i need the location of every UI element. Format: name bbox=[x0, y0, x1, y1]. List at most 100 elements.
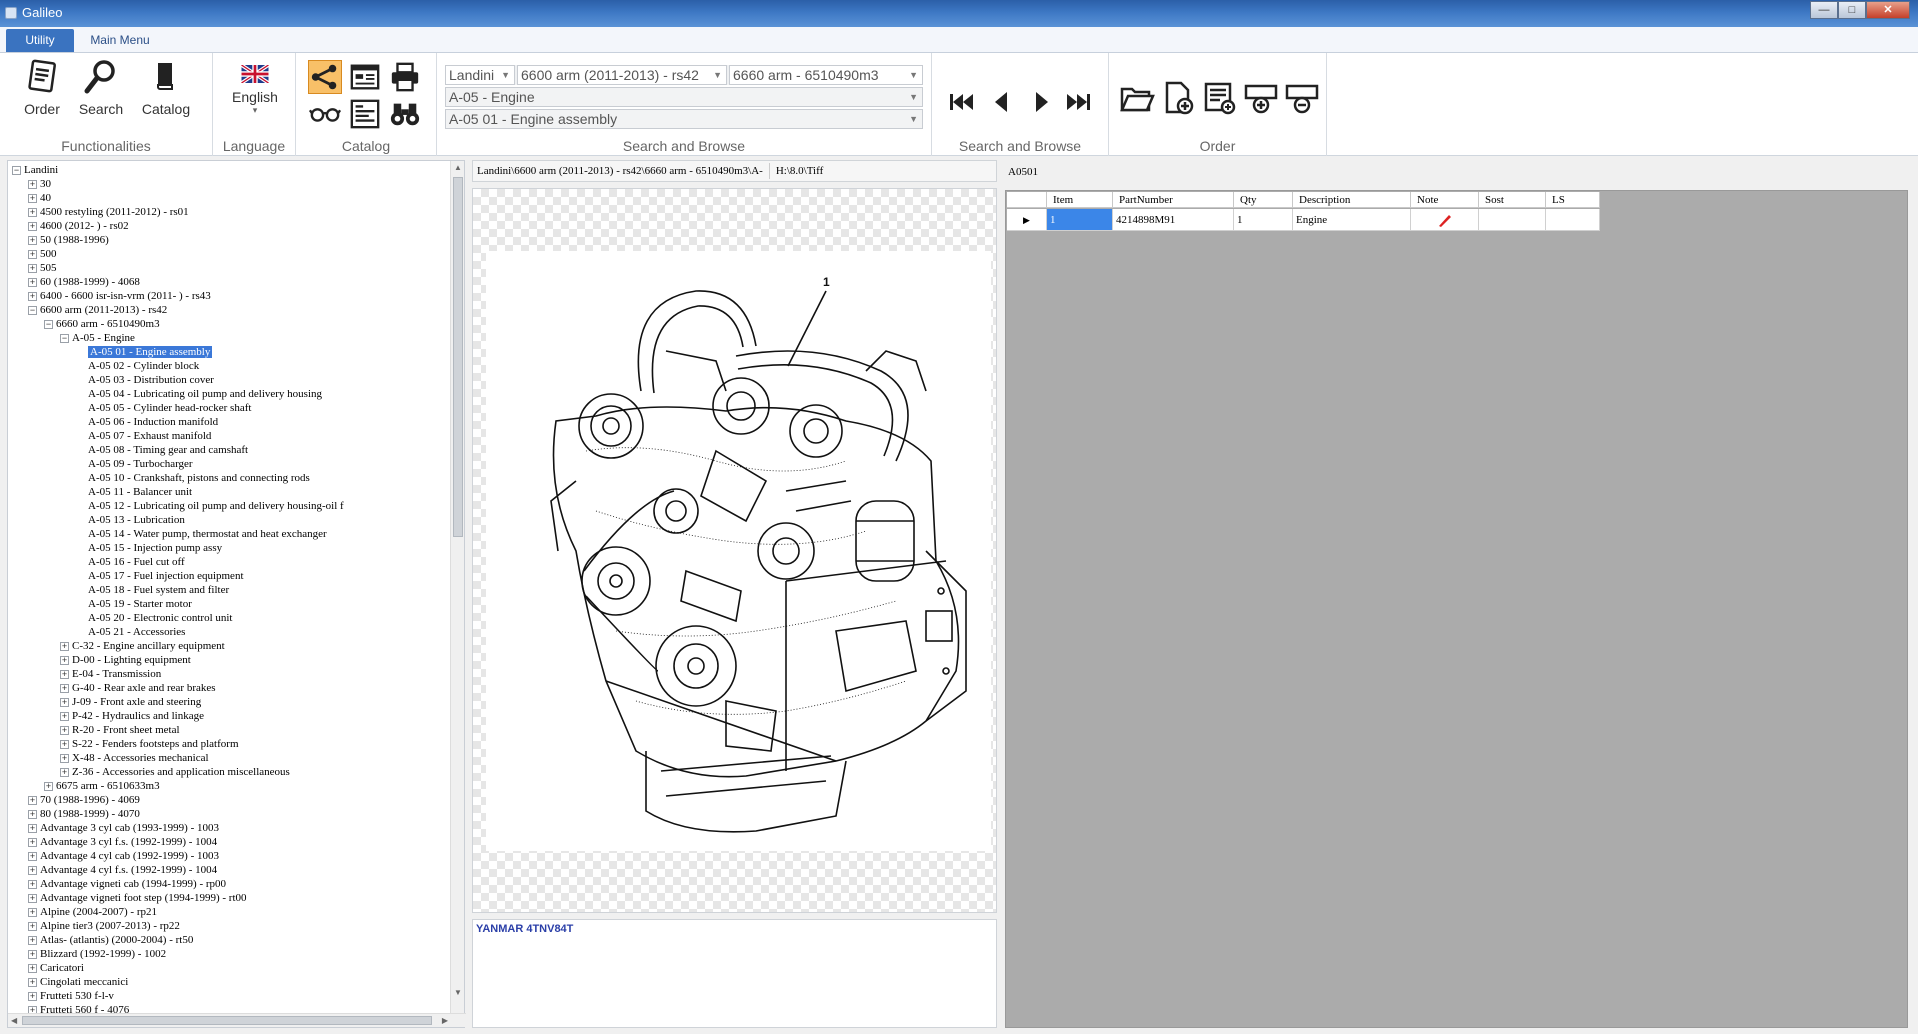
tree-node[interactable]: +4500 restyling (2011-2012) - rs01 bbox=[28, 205, 189, 219]
tree-node[interactable]: A-05 10 - Crankshaft, pistons and connec… bbox=[76, 471, 310, 485]
tree-node[interactable]: + Advantage 3 cyl cab (1993-1999) - 1003 bbox=[28, 821, 219, 835]
expand-icon[interactable]: + bbox=[60, 641, 69, 651]
catalog-button[interactable]: Catalog bbox=[136, 57, 196, 117]
cell-part-number[interactable]: 4214898M91 bbox=[1113, 209, 1234, 231]
row-selector[interactable]: ▶ bbox=[1007, 209, 1047, 231]
expand-icon[interactable]: + bbox=[28, 977, 37, 987]
cell-note[interactable] bbox=[1411, 209, 1479, 231]
expand-icon[interactable]: + bbox=[28, 221, 37, 231]
tree-node[interactable]: +40 bbox=[28, 191, 51, 205]
tree-node[interactable]: + G-40 - Rear axle and rear brakes bbox=[60, 681, 216, 695]
expand-icon[interactable]: + bbox=[28, 1005, 37, 1013]
brand-combo[interactable]: Landini ▼ bbox=[445, 65, 515, 85]
expand-icon[interactable]: + bbox=[28, 991, 37, 1001]
tree-node[interactable]: + Cingolati meccanici bbox=[28, 975, 128, 989]
expand-icon[interactable]: + bbox=[28, 851, 37, 861]
expand-icon[interactable]: + bbox=[60, 655, 69, 665]
tree-node[interactable]: A-05 20 - Electronic control unit bbox=[76, 611, 233, 625]
add-item-icon[interactable] bbox=[1243, 80, 1279, 116]
close-button[interactable]: ✕ bbox=[1866, 1, 1910, 19]
tree-node[interactable]: + P-42 - Hydraulics and linkage bbox=[60, 709, 204, 723]
expand-icon[interactable]: + bbox=[28, 837, 37, 847]
tree-horizontal-scrollbar[interactable]: ◀ ▶ bbox=[8, 1013, 466, 1027]
tree-node[interactable]: A-05 04 - Lubricating oil pump and deliv… bbox=[76, 387, 322, 401]
tree-vertical-scrollbar[interactable]: ▲ ▼ bbox=[450, 161, 464, 1013]
expand-icon[interactable]: + bbox=[28, 809, 37, 819]
tree-node[interactable]: −6600 arm (2011-2013) - rs42 bbox=[28, 303, 167, 317]
tree-node[interactable]: +4600 (2012- ) - rs02 bbox=[28, 219, 129, 233]
expand-icon[interactable]: + bbox=[60, 669, 69, 679]
tree-node[interactable]: + J-09 - Front axle and steering bbox=[60, 695, 201, 709]
tree-node[interactable]: + Advantage 4 cyl f.s. (1992-1999) - 1004 bbox=[28, 863, 217, 877]
add-list-icon[interactable] bbox=[1202, 80, 1238, 116]
expand-icon[interactable]: + bbox=[28, 235, 37, 245]
open-folder-icon[interactable] bbox=[1119, 80, 1155, 116]
drawing-callout-1[interactable]: 1 bbox=[823, 275, 830, 289]
tree-node[interactable]: − Landini bbox=[12, 163, 58, 177]
tree-node[interactable]: + Alpine tier3 (2007-2013) - rp22 bbox=[28, 919, 180, 933]
tree-node[interactable]: A-05 15 - Injection pump assy bbox=[76, 541, 222, 555]
tree-node[interactable]: A-05 21 - Accessories bbox=[76, 625, 185, 639]
tree-node[interactable]: + Z-36 - Accessories and application misc… bbox=[60, 765, 290, 779]
tree-node[interactable]: +6675 arm - 6510633m3 bbox=[44, 779, 160, 793]
tree-node[interactable]: A-05 16 - Fuel cut off bbox=[76, 555, 185, 569]
tree-node[interactable]: +60 (1988-1999) - 4068 bbox=[28, 275, 140, 289]
remove-item-icon[interactable] bbox=[1284, 80, 1320, 116]
tree-node[interactable]: + Advantage vigneti foot step (1994-1999)… bbox=[28, 891, 247, 905]
expand-icon[interactable]: + bbox=[28, 949, 37, 959]
tree-node[interactable]: A-05 14 - Water pump, thermostat and hea… bbox=[76, 527, 327, 541]
next-record-icon[interactable] bbox=[1026, 87, 1056, 117]
collapse-icon[interactable]: − bbox=[44, 319, 53, 329]
col-ls[interactable]: LS bbox=[1546, 192, 1600, 208]
tree-node[interactable]: A-05 11 - Balancer unit bbox=[76, 485, 192, 499]
expand-icon[interactable]: + bbox=[60, 683, 69, 693]
col-note[interactable]: Note bbox=[1411, 192, 1479, 208]
tree-node[interactable]: + Frutteti 560 f - 4076 bbox=[28, 1003, 129, 1013]
tree-node[interactable]: − A-05 - Engine bbox=[60, 331, 135, 345]
expand-icon[interactable]: + bbox=[28, 879, 37, 889]
first-record-icon[interactable] bbox=[947, 87, 977, 117]
collapse-icon[interactable]: − bbox=[60, 333, 69, 343]
tree-node[interactable]: A-05 17 - Fuel injection equipment bbox=[76, 569, 244, 583]
cell-description[interactable]: Engine bbox=[1293, 209, 1411, 231]
pencil-icon[interactable] bbox=[1437, 212, 1453, 228]
expand-icon[interactable]: + bbox=[60, 711, 69, 721]
col-item[interactable]: Item bbox=[1047, 192, 1113, 208]
tree-node[interactable]: +70 (1988-1996) - 4069 bbox=[28, 793, 140, 807]
col-part-number[interactable]: PartNumber bbox=[1113, 192, 1234, 208]
view-glasses-button[interactable] bbox=[308, 97, 342, 131]
minimize-button[interactable]: — bbox=[1810, 1, 1838, 19]
tree-node[interactable]: A-05 07 - Exhaust manifold bbox=[76, 429, 211, 443]
tree-node[interactable]: + C-32 - Engine ancillary equipment bbox=[60, 639, 225, 653]
maximize-button[interactable]: □ bbox=[1838, 1, 1866, 19]
tree-node[interactable]: + Advantage vigneti cab (1994-1999) - rp0… bbox=[28, 877, 226, 891]
col-qty[interactable]: Qty bbox=[1234, 192, 1293, 208]
expand-icon[interactable]: + bbox=[28, 893, 37, 903]
expand-icon[interactable]: + bbox=[28, 179, 37, 189]
cell-ls[interactable] bbox=[1546, 209, 1600, 231]
tree-node[interactable]: +80 (1988-1999) - 4070 bbox=[28, 807, 140, 821]
tree-node[interactable]: A-05 19 - Starter motor bbox=[76, 597, 192, 611]
expand-icon[interactable]: + bbox=[60, 739, 69, 749]
expand-icon[interactable]: + bbox=[60, 767, 69, 777]
tree-node[interactable]: + E-04 - Transmission bbox=[60, 667, 161, 681]
previous-record-icon[interactable] bbox=[987, 87, 1017, 117]
tab-utility[interactable]: Utility bbox=[6, 29, 74, 52]
last-record-icon[interactable] bbox=[1063, 87, 1093, 117]
tree-node[interactable]: A-05 06 - Induction manifold bbox=[76, 415, 218, 429]
tree-node[interactable]: +500 bbox=[28, 247, 57, 261]
tree-node[interactable]: A-05 08 - Timing gear and camshaft bbox=[76, 443, 248, 457]
find-button[interactable] bbox=[388, 97, 422, 131]
model-combo[interactable]: 6600 arm (2011-2013) - rs42 ▼ bbox=[517, 65, 727, 85]
cell-qty[interactable]: 1 bbox=[1234, 209, 1293, 231]
tree-node[interactable]: + Blizzard (1992-1999) - 1002 bbox=[28, 947, 166, 961]
cell-sost[interactable] bbox=[1479, 209, 1546, 231]
tree-node[interactable]: + Alpine (2004-2007) - rp21 bbox=[28, 905, 157, 919]
tree-node[interactable]: A-05 05 - Cylinder head-rocker shaft bbox=[76, 401, 251, 415]
tree-node[interactable]: A-05 03 - Distribution cover bbox=[76, 373, 214, 387]
search-button[interactable]: Search bbox=[74, 57, 128, 117]
tree-node[interactable]: +30 bbox=[28, 177, 51, 191]
tree-node[interactable]: + X-48 - Accessories mechanical bbox=[60, 751, 209, 765]
collapse-icon[interactable]: − bbox=[28, 305, 37, 315]
tree-node[interactable]: A-05 01 - Engine assembly bbox=[76, 345, 213, 359]
